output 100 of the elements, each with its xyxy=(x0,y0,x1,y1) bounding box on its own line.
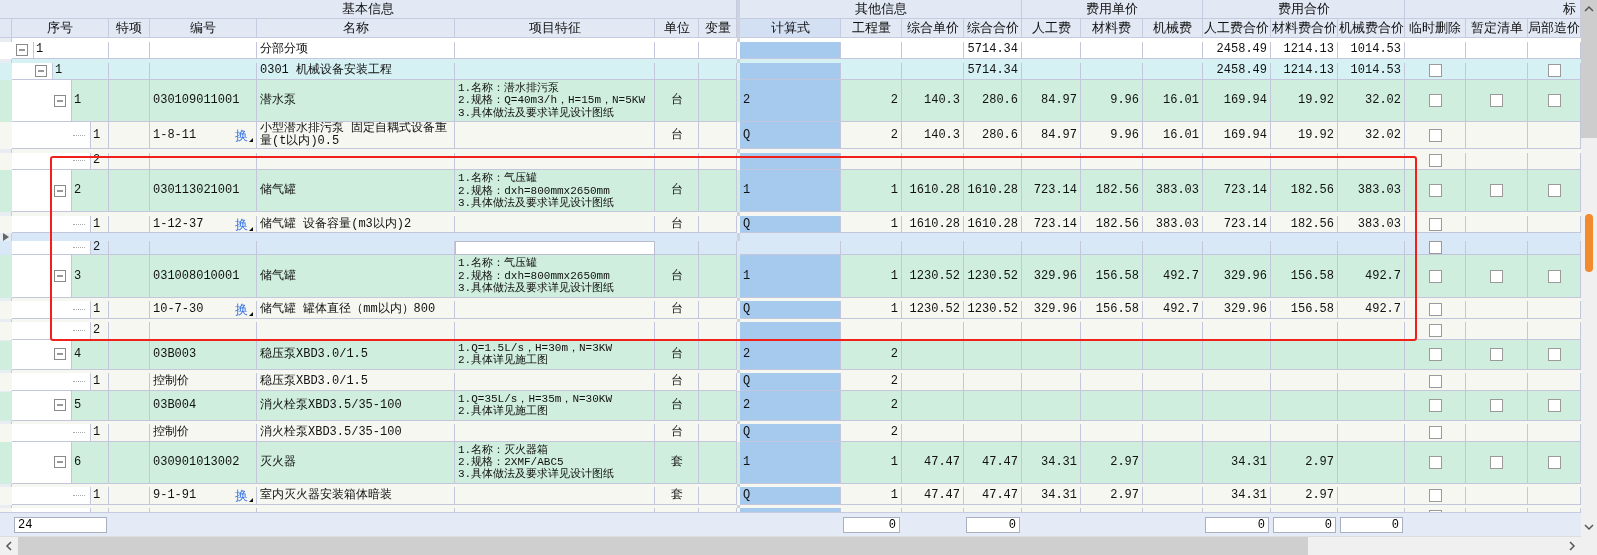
checkbox[interactable] xyxy=(1490,398,1503,412)
table-row[interactable]: 1 030109011001 潜水泵 1.名称：潜水排污泵 2.规格：Q=40m3/h，H=15m，N=5KW 3.具体做法及要求详见设计图纸 台 2 2 140.3 280.6 84.97 9.96 16.01 169.94 19.92 32.02 xyxy=(0,80,1581,123)
checkbox[interactable] xyxy=(1428,425,1442,439)
checkbox[interactable] xyxy=(1428,154,1442,168)
checkbox[interactable] xyxy=(1490,455,1503,469)
table-cell xyxy=(1081,373,1143,391)
checkbox[interactable] xyxy=(1428,217,1442,231)
collapse-toggle-icon[interactable] xyxy=(54,399,66,412)
table-row[interactable]: 2 xyxy=(0,233,1581,256)
column-header[interactable]: 项目特征 xyxy=(455,19,655,38)
collapse-toggle-icon[interactable] xyxy=(16,43,28,56)
checkbox[interactable] xyxy=(1428,94,1442,108)
column-header[interactable]: 名称 xyxy=(257,19,455,38)
table-cell: 储气罐 xyxy=(257,255,455,298)
collapse-toggle-icon[interactable] xyxy=(54,348,66,361)
column-header[interactable]: 变量 xyxy=(699,19,737,38)
row-header-cell[interactable] xyxy=(0,318,12,323)
checkbox[interactable] xyxy=(1490,184,1503,198)
checkbox[interactable] xyxy=(1490,269,1503,283)
checkbox[interactable] xyxy=(1547,269,1561,283)
column-header[interactable]: 人工费合价 xyxy=(1203,19,1271,38)
column-header[interactable]: 综合合价 xyxy=(964,19,1022,38)
checkbox[interactable] xyxy=(1547,398,1561,412)
row-header-cell[interactable] xyxy=(0,233,12,242)
table-cell: 消火栓泵XBD3.5/35-100 xyxy=(257,390,455,421)
collapse-toggle-icon[interactable] xyxy=(54,184,66,197)
row-header-cell[interactable] xyxy=(0,369,12,374)
column-header[interactable]: 综合单价 xyxy=(902,19,964,38)
column-header[interactable]: 材料费合价 xyxy=(1271,19,1338,38)
row-header-cell[interactable] xyxy=(0,59,12,63)
scroll-right-icon[interactable] xyxy=(1568,541,1576,551)
checkbox[interactable] xyxy=(1428,302,1442,316)
row-header-cell[interactable] xyxy=(0,212,12,216)
column-header[interactable]: 临时删除 xyxy=(1405,19,1466,38)
row-header-cell[interactable] xyxy=(0,504,12,509)
table-row[interactable]: 1 分部分项 5714.34 2458.49 1214.13 1014.53 xyxy=(0,38,1581,59)
table-cell: 1 xyxy=(740,441,841,484)
table-row[interactable]: 6 030901013002 灭火器 1.名称：灭火器箱 2.规格：2XMF/ABC5 3.具体做法及要求详见设计图纸 套 1 1 47.47 47.47 34.31 2.97 34.31 2.97 xyxy=(0,441,1581,484)
column-header[interactable]: 计算式 xyxy=(740,19,841,38)
row-header-cell[interactable] xyxy=(0,420,12,425)
checkbox[interactable] xyxy=(1428,374,1442,388)
column-header[interactable]: 特项 xyxy=(109,19,150,38)
scroll-left-icon[interactable] xyxy=(5,541,13,551)
column-header[interactable]: 人工费 xyxy=(1022,19,1081,38)
table-row[interactable]: 1 控制价 消火栓泵XBD3.5/35-100 台 Q 2 xyxy=(0,420,1581,442)
checkbox[interactable] xyxy=(1428,323,1442,337)
total-field[interactable]: 0 xyxy=(1273,516,1336,533)
column-header[interactable]: 材料费 xyxy=(1081,19,1143,38)
column-header[interactable]: 局部造价 xyxy=(1528,19,1581,38)
table-row[interactable]: 5 03B004 消火栓泵XBD3.5/35-100 1.Q=35L/s，H=35m，N=30KW 2.具体详见施工图 台 2 2 xyxy=(0,390,1581,421)
table-row[interactable]: 3 031008010001 储气罐 1.名称：气压罐 2.规格：dxh=800mmx2650mm 3.具体做法及要求详见设计图纸 台 1 1 1230.52 1230.52 329.96 156.58 492.7 329.96 156.58 492.7 xyxy=(0,255,1581,298)
collapse-toggle-icon[interactable] xyxy=(35,64,47,77)
collapse-toggle-icon[interactable] xyxy=(54,456,66,469)
column-header[interactable]: 序号 xyxy=(12,19,109,38)
row-header-cell[interactable] xyxy=(0,483,12,488)
table-row[interactable]: 1 10-7-30 换 储气罐 罐体直径（mm以内）800 台 Q 1 1230.52 1230.52 329.96 156.58 492.7 329.96 156.58 492.7 xyxy=(0,297,1581,319)
table-cell xyxy=(109,390,150,421)
checkbox[interactable] xyxy=(1490,347,1503,361)
checkbox[interactable] xyxy=(1490,94,1503,108)
checkbox[interactable] xyxy=(1428,128,1442,142)
table-row[interactable]: 1 9-1-91 换 室内灭火器安装箱体暗装 套 Q 1 47.47 47.47 34.31 2.97 34.31 2.97 xyxy=(0,483,1581,505)
checkbox[interactable] xyxy=(1547,184,1561,198)
vertical-scroll-thumb[interactable] xyxy=(1585,214,1593,272)
checkbox[interactable] xyxy=(1428,455,1442,469)
editor-field[interactable] xyxy=(455,241,655,256)
scroll-down-icon[interactable] xyxy=(1584,523,1594,531)
checkbox[interactable] xyxy=(1428,241,1442,255)
column-header[interactable]: 工程量 xyxy=(841,19,902,38)
checkbox[interactable] xyxy=(1547,94,1561,108)
total-field[interactable]: 0 xyxy=(1205,516,1269,533)
checkbox[interactable] xyxy=(1547,455,1561,469)
row-header-cell[interactable] xyxy=(0,297,12,302)
total-field[interactable]: 0 xyxy=(1340,516,1403,533)
table-row[interactable]: 4 03B003 稳压泵XBD3.0/1.5 1.Q=1.5L/s，H=30m，N=3KW 2.具体详见施工图 台 2 2 xyxy=(0,339,1581,370)
column-header[interactable]: 单位 xyxy=(655,19,699,38)
table-row[interactable]: 2 030113021001 储气罐 1.名称：气压罐 2.规格：dxh=800mmx2650mm 3.具体做法及要求详见设计图纸 台 1 1 1610.28 1610.28 723.14 182.56 383.03 723.14 182.56 383.03 xyxy=(0,170,1581,213)
table-row[interactable]: 1 控制价 稳压泵XBD3.0/1.5 台 Q 2 xyxy=(0,369,1581,391)
scroll-up-icon[interactable] xyxy=(1584,5,1594,13)
checkbox[interactable] xyxy=(1428,489,1442,503)
table-row[interactable]: 2 xyxy=(0,318,1581,340)
column-header[interactable]: 暂定清单 xyxy=(1466,19,1528,38)
horizontal-scroll-thumb[interactable] xyxy=(18,537,1308,555)
checkbox[interactable] xyxy=(1428,184,1442,198)
table-cell xyxy=(902,424,964,442)
column-header[interactable]: 机械费 xyxy=(1143,19,1203,38)
checkbox[interactable] xyxy=(1428,269,1442,283)
checkbox[interactable] xyxy=(1428,64,1442,78)
checkbox[interactable] xyxy=(1547,64,1561,78)
checkbox[interactable] xyxy=(1428,398,1442,412)
column-header[interactable]: 机械费合价 xyxy=(1338,19,1405,38)
table-row[interactable]: 1 1-12-37 换 储气罐 设备容量(m3以内)2 台 Q 1 1610.28 1610.28 723.14 182.56 383.03 723.14 182.56 383.03 xyxy=(0,212,1581,234)
total-field[interactable]: 24 xyxy=(14,516,107,533)
column-header[interactable]: 编号 xyxy=(150,19,257,38)
collapse-toggle-icon[interactable] xyxy=(54,270,66,283)
collapse-toggle-icon[interactable] xyxy=(54,94,66,107)
total-field[interactable]: 0 xyxy=(966,516,1020,533)
checkbox[interactable] xyxy=(1547,347,1561,361)
total-field[interactable]: 0 xyxy=(843,516,900,533)
checkbox[interactable] xyxy=(1428,347,1442,361)
table-row[interactable]: 1 0301 机械设备安装工程 5714.34 2458.49 1214.13 1014.53 xyxy=(0,59,1581,80)
